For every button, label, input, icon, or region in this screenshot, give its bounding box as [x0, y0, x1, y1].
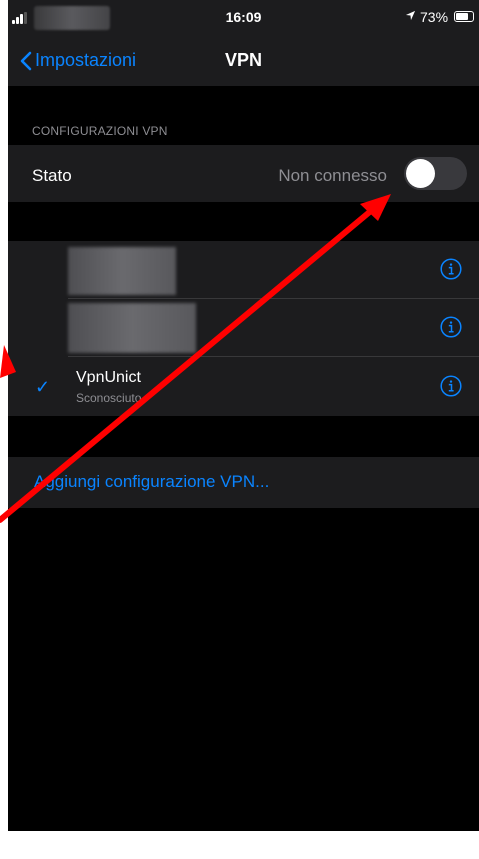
- page-title: VPN: [224, 50, 262, 70]
- vpn-config-row-redacted-1[interactable]: [8, 241, 479, 299]
- add-vpn-configuration-label: Aggiungi configurazione VPN...: [34, 472, 270, 491]
- info-icon[interactable]: [440, 258, 462, 280]
- vpn-config-row-redacted-2[interactable]: [8, 299, 479, 357]
- section-header: CONFIGURAZIONI VPN: [32, 124, 168, 138]
- phone-screen: 16:09 73% Impostazioni VPN CONFIGURAZION…: [8, 0, 479, 831]
- navigation-bar: Impostazioni VPN: [8, 34, 479, 86]
- info-icon[interactable]: [440, 375, 462, 397]
- redacted-name: [68, 303, 196, 353]
- toggle-knob: [406, 159, 435, 188]
- vpn-toggle[interactable]: [404, 157, 467, 190]
- info-icon[interactable]: [440, 316, 462, 338]
- checkmark-icon: ✓: [35, 377, 51, 397]
- vpn-config-name: VpnUnict: [76, 369, 141, 386]
- battery-icon: [454, 11, 474, 22]
- status-bar: 16:09 73%: [8, 0, 479, 34]
- vpn-config-row-vpnunict[interactable]: ✓ VpnUnict Sconosciuto: [8, 358, 479, 416]
- status-row: Stato Non connesso: [8, 145, 479, 202]
- battery-percentage: 73%: [420, 9, 449, 25]
- connection-status: Non connesso: [278, 166, 387, 185]
- status-label: Stato: [32, 166, 72, 185]
- vpn-configuration-list: ✓ VpnUnict Sconosciuto: [8, 241, 479, 416]
- vpn-config-status: Sconosciuto: [76, 391, 142, 405]
- location-arrow-icon: [405, 9, 416, 24]
- redacted-name: [68, 247, 176, 295]
- row-divider: [68, 356, 479, 357]
- add-vpn-configuration-button[interactable]: Aggiungi configurazione VPN...: [8, 457, 479, 508]
